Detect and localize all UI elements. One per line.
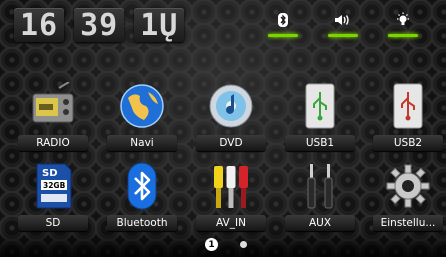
app-label: Einstellu... [373, 215, 443, 231]
app-label: AUX [285, 215, 355, 231]
usb-icon [296, 82, 344, 130]
brightness-status-button[interactable] [382, 10, 424, 40]
app-radio[interactable]: RADIO [15, 81, 91, 151]
app-label: AV_IN [196, 215, 266, 231]
page-dot-next[interactable] [240, 241, 247, 248]
volume-status-button[interactable] [322, 10, 364, 40]
settings-gear-icon [384, 162, 432, 210]
disc-icon [207, 82, 255, 130]
app-aux[interactable]: AUX [282, 162, 358, 231]
app-navi[interactable]: Navi [104, 82, 180, 151]
app-bluetooth[interactable]: Bluetooth [104, 162, 180, 231]
speaker-icon [334, 10, 352, 30]
app-label: Bluetooth [107, 215, 177, 231]
clock-minute: 39 [74, 8, 125, 43]
usb-icon [384, 82, 432, 130]
bluetooth-icon [118, 162, 166, 210]
app-label: Navi [107, 135, 177, 151]
brightness-indicator-bar [388, 34, 418, 37]
brightness-icon [395, 10, 411, 30]
bluetooth-icon [277, 10, 289, 30]
radio-icon [29, 81, 77, 130]
app-usb1[interactable]: USB1 [282, 82, 358, 151]
app-label: DVD [196, 135, 266, 151]
sd-capacity: 32GB [43, 181, 66, 190]
aux-plug-icon [296, 162, 344, 210]
rca-plug-icon [207, 162, 255, 210]
app-settings[interactable]: Einstellu... [370, 162, 446, 231]
home-screen: 16 39 1Ų RADIO Navi DVD USB1 USB2 SD 32G… [0, 0, 446, 257]
app-av-in[interactable]: AV_IN [193, 162, 269, 231]
app-dvd[interactable]: DVD [193, 82, 269, 151]
app-label: USB2 [373, 135, 443, 151]
clock-seconds: 1Ų [134, 8, 185, 43]
page-indicator: 1 [205, 238, 247, 251]
bluetooth-status-button[interactable] [262, 10, 304, 40]
clock: 16 39 1Ų [14, 8, 185, 43]
app-label: RADIO [18, 135, 88, 151]
app-label: USB1 [285, 135, 355, 151]
app-label: SD [18, 215, 88, 231]
app-sd[interactable]: SD 32GB SD [15, 162, 91, 231]
volume-indicator-bar [328, 34, 358, 37]
bluetooth-indicator-bar [268, 34, 298, 37]
globe-icon [118, 82, 166, 130]
app-usb2[interactable]: USB2 [370, 82, 446, 151]
page-dot-current[interactable]: 1 [205, 238, 218, 251]
clock-hour: 16 [14, 8, 65, 43]
sd-brand: SD [42, 168, 58, 179]
sd-card-icon: SD 32GB [29, 162, 77, 210]
